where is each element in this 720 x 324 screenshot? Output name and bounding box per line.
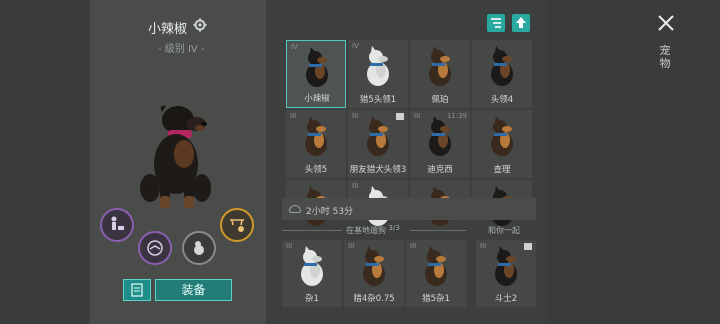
dog-card-timer: 11:39: [446, 112, 467, 120]
dog-sitting-icon: [194, 241, 204, 255]
dog-card[interactable]: III 11:39 迪克西: [410, 110, 470, 178]
dog-card-level: III: [290, 112, 297, 120]
dog-name: 小辣椒: [148, 22, 188, 37]
timer-icon: [289, 205, 301, 213]
sort-button[interactable]: [487, 14, 505, 32]
dog-card-name: 猎5杂1: [422, 294, 450, 304]
collar-ability-button[interactable]: [220, 208, 254, 242]
dog-card-level: III: [414, 112, 421, 120]
dog-card-name: 佩珀: [431, 95, 449, 105]
dog-card-level: III: [352, 112, 359, 120]
dog-card-level: III: [480, 242, 487, 250]
gear-icon[interactable]: [193, 18, 207, 32]
dog-card-name: 杂1: [305, 294, 319, 304]
walk-slot-card[interactable]: III 猎5杂1: [406, 240, 466, 307]
dog-icon: [305, 116, 327, 156]
dog-running-icon: [147, 240, 163, 256]
dog-card[interactable]: III 头领5: [286, 110, 346, 178]
dog-portrait: [140, 105, 211, 208]
bed-badge-icon: [396, 113, 404, 120]
dog-icon: [491, 116, 513, 156]
dog-icon: [367, 46, 389, 86]
dog-card[interactable]: III 朋友猎犬头领3: [348, 110, 408, 178]
arrow-up-icon: [516, 17, 526, 28]
dog-icon: [306, 47, 328, 87]
dog-card-level: III: [348, 242, 355, 250]
equip-button[interactable]: 装备: [155, 279, 232, 301]
dog-icon: [367, 116, 389, 156]
dog-card[interactable]: IV 猎5头领1: [348, 40, 408, 108]
dog-card-name: 猎4杂0.75: [353, 294, 395, 304]
walk-slot-card[interactable]: III 斗士2: [476, 240, 536, 307]
dog-card[interactable]: III: [348, 180, 408, 226]
dog-card-level: IV: [352, 42, 359, 50]
with-you-label: 和你一起: [488, 226, 520, 235]
bed-badge-icon: [524, 243, 532, 250]
fang-icon: [230, 219, 244, 232]
walk-slot-card[interactable]: III 猎4杂0.75: [344, 240, 404, 307]
feed-action-button[interactable]: [100, 208, 134, 242]
training-action-button[interactable]: [138, 231, 172, 265]
dog-level: - 级别 IV -: [158, 44, 205, 55]
dog-icon: [429, 46, 451, 86]
edit-note-icon: [131, 283, 143, 297]
dog-icon: [363, 246, 385, 286]
dog-icon: [495, 246, 517, 286]
dog-card-name: 小辣椒: [304, 94, 330, 104]
close-icon[interactable]: [657, 14, 675, 32]
rename-button[interactable]: [123, 279, 151, 301]
dog-card[interactable]: 查理: [472, 110, 532, 178]
right-margin: [546, 0, 720, 324]
dog-card[interactable]: [286, 180, 346, 226]
person-dog-icon: [111, 216, 124, 230]
dog-card[interactable]: [472, 180, 532, 226]
dog-sit-button[interactable]: [182, 231, 216, 265]
dog-card-name: 头领4: [490, 95, 514, 105]
divider: [410, 230, 466, 231]
dog-card-name: 朋友猎犬头领3: [349, 165, 407, 175]
dog-card-level: III: [410, 242, 417, 250]
dog-card-level: III: [352, 182, 359, 190]
divider: [282, 230, 342, 231]
upgrade-button[interactable]: [512, 14, 530, 32]
dog-card-level: IV: [291, 43, 298, 51]
dog-icon: [425, 246, 447, 286]
dog-icon: [429, 116, 451, 156]
dog-card-name: 斗士2: [494, 294, 518, 304]
dog-card-level: III: [286, 242, 293, 250]
walk-timer-text: 2小时 53分: [306, 207, 354, 217]
dog-card[interactable]: [410, 180, 470, 226]
at-base-label: 在基地遛狗 3/3: [346, 224, 400, 235]
dog-icon: [301, 246, 323, 286]
dog-card[interactable]: 佩珀: [410, 40, 470, 108]
dog-card-name: 迪克西: [427, 165, 453, 175]
dog-card[interactable]: IV 小辣椒: [286, 40, 346, 108]
dog-card-name: 查理: [493, 165, 511, 175]
sort-icon: [491, 18, 501, 28]
dog-card-name: 头领5: [304, 165, 328, 175]
dog-card-name: 猎5头领1: [359, 95, 397, 105]
pets-tab-label[interactable]: 宠物: [658, 44, 672, 70]
dog-icon: [491, 46, 513, 86]
left-panel: [0, 0, 90, 324]
walk-slot-card[interactable]: III 杂1: [282, 240, 342, 307]
dog-card[interactable]: 头领4: [472, 40, 532, 108]
